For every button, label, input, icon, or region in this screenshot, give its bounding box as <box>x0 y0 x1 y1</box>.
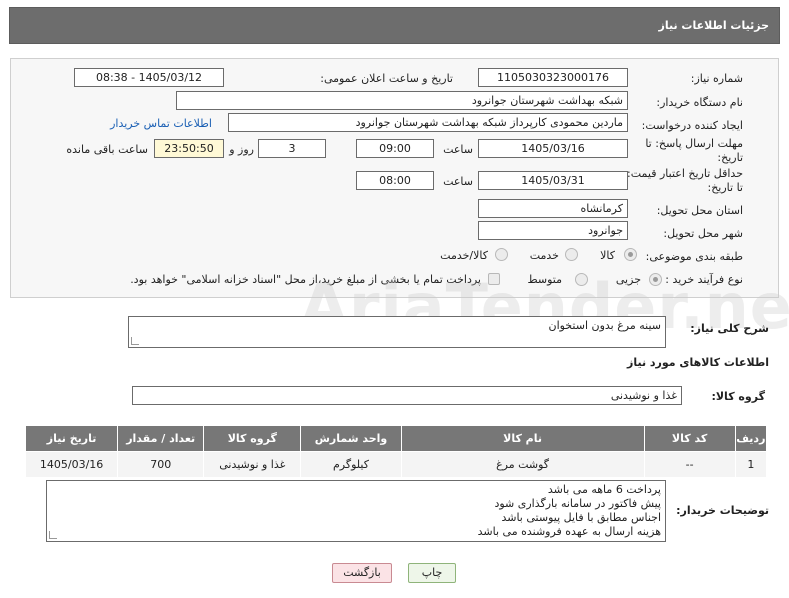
goods-group-label: گروه کالا: <box>711 390 765 403</box>
need-number-field: 1105030323000176 <box>478 68 628 87</box>
category-goods-radio[interactable] <box>624 248 637 261</box>
category-service-label: خدمت <box>529 249 559 262</box>
buyer-org-field: شبکه بهداشت شهرستان جوانرود <box>176 91 628 110</box>
category-service-radio[interactable] <box>565 248 578 261</box>
city-label: شهر محل تحویل: <box>663 227 743 240</box>
cell-code: -- <box>643 451 736 478</box>
validity-time-field: 08:00 <box>356 171 434 190</box>
col-code-header: کد کالا <box>643 425 736 452</box>
days-label: روز و <box>229 143 254 156</box>
remaining-time-field: 23:50:50 <box>154 139 224 158</box>
remaining-label: ساعت باقی مانده <box>66 143 148 156</box>
announce-field: 1405/03/12 - 08:38 <box>74 68 224 87</box>
buyer-notes-field: پرداخت 6 ماهه می باشد پیش فاکتور در ساما… <box>46 480 666 542</box>
goods-section-title: اطلاعات کالاهای مورد نیاز <box>627 356 769 369</box>
category-goods-service-label: کالا/خدمت <box>440 249 488 262</box>
notes-line: پیش فاکتور در سامانه بارگذاری شود <box>494 497 661 510</box>
creator-label: ایجاد کننده درخواست: <box>641 119 743 132</box>
notes-line: هزینه ارسال به عهده فروشنده می باشد <box>477 525 661 538</box>
summary-text: سینه مرغ بدون استخوان <box>548 319 661 332</box>
cell-name: گوشت مرغ <box>400 451 645 478</box>
col-unit-header: واحد شمارش <box>300 425 402 452</box>
creator-field: ماردین محمودی کارپرداز شبکه بهداشت شهرست… <box>228 113 628 132</box>
col-date-header: تاریخ نیاز <box>24 425 119 452</box>
page-title: جزئیات اطلاعات نیاز <box>658 19 770 32</box>
validity-date-field: 1405/03/31 <box>478 171 628 190</box>
cell-date: 1405/03/16 <box>24 451 119 478</box>
need-number-label: شماره نیاز: <box>690 72 743 85</box>
days-field: 3 <box>258 139 326 158</box>
province-label: استان محل تحویل: <box>656 204 743 217</box>
category-goods-label: کالا <box>600 249 615 262</box>
col-name-header: نام کالا <box>400 425 645 452</box>
city-field: جوانرود <box>478 221 628 240</box>
province-field: کرمانشاه <box>478 199 628 218</box>
resize-grip-icon[interactable] <box>49 531 57 539</box>
cell-quantity: 700 <box>117 451 205 478</box>
buyer-contact-link[interactable]: اطلاعات تماس خریدار <box>110 117 212 130</box>
page-header: جزئیات اطلاعات نیاز <box>9 7 780 44</box>
validity-time-label: ساعت <box>443 175 473 188</box>
col-quantity-header: تعداد / مقدار <box>117 425 205 452</box>
buyer-notes-label: توضیحات خریدار: <box>676 504 769 517</box>
notes-line: اجناس مطابق با فایل پیوستی باشد <box>501 511 661 524</box>
resize-grip-icon[interactable] <box>131 337 139 345</box>
goods-group-field: غذا و نوشیدنی <box>132 386 682 405</box>
deadline-time-label: ساعت <box>443 143 473 156</box>
validity-label: حداقل تاریخ اعتبار قیمت: تا تاریخ: <box>627 167 743 194</box>
col-group-header: گروه کالا <box>203 425 302 452</box>
print-button[interactable]: چاپ <box>408 563 456 583</box>
back-button[interactable]: بازگشت <box>332 563 392 583</box>
deadline-date-field: 1405/03/16 <box>478 139 628 158</box>
summary-field: سینه مرغ بدون استخوان <box>128 316 666 348</box>
table-row: 1 -- گوشت مرغ کیلوگرم غذا و نوشیدنی 700 … <box>24 451 768 478</box>
goods-table: ردیف کد کالا نام کالا واحد شمارش گروه کا… <box>24 425 768 478</box>
cell-unit: کیلوگرم <box>300 451 402 478</box>
goods-table-header: ردیف کد کالا نام کالا واحد شمارش گروه کا… <box>24 425 768 452</box>
buyer-org-label: نام دستگاه خریدار: <box>656 96 743 109</box>
deadline-time-field: 09:00 <box>356 139 434 158</box>
category-goods-service-radio[interactable] <box>495 248 508 261</box>
announce-label: تاریخ و ساعت اعلان عمومی: <box>320 72 453 85</box>
deadline-label: مهلت ارسال پاسخ: تا تاریخ: <box>645 137 743 164</box>
cell-row: 1 <box>734 451 768 478</box>
notes-line: پرداخت 6 ماهه می باشد <box>547 483 661 496</box>
cell-group: غذا و نوشیدنی <box>203 451 302 478</box>
category-label: طبقه بندی موضوعی: <box>645 250 743 263</box>
col-row-header: ردیف <box>734 425 768 452</box>
summary-label: شرح کلی نیاز: <box>690 322 769 335</box>
